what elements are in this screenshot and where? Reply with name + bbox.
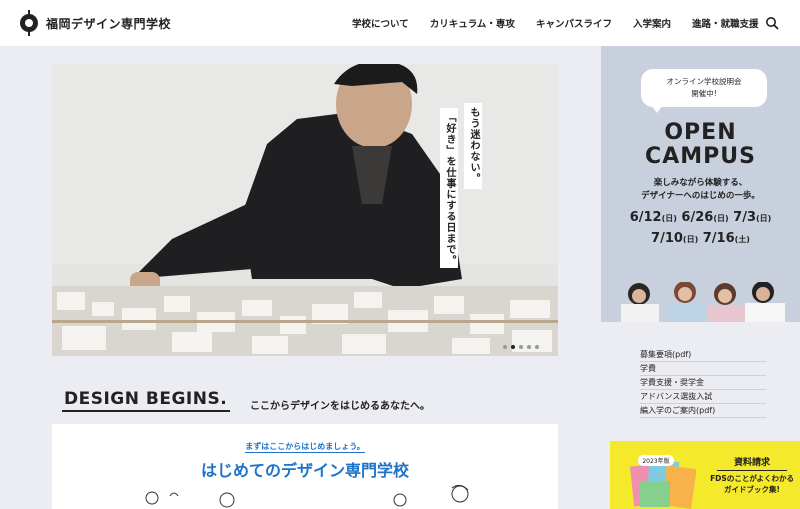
open-campus-subtitle: 楽しみながら体験する、 デザイナーへのはじめの一歩。: [641, 178, 760, 201]
date: 6/26: [681, 210, 714, 225]
link-advance-selection[interactable]: アドバンス選抜入試: [640, 390, 766, 404]
logo-text: 福岡デザイン専門学校: [46, 16, 172, 31]
admission-links: 募集要項(pdf) 学費 学費支援・奨学金 アドバンス選抜入試 編入学のご案内(…: [640, 348, 766, 418]
day: (土): [734, 235, 750, 244]
request-materials-banner[interactable]: 2023年版 資料請求 FDSのことがよくわかる ガイドブック集!: [610, 441, 800, 509]
nav-curriculum[interactable]: カリキュラム・専攻: [430, 16, 515, 30]
main-nav: 学校について カリキュラム・専攻 キャンパスライフ 入学案内 進路・就職支援: [352, 0, 779, 46]
card-title[interactable]: はじめてのデザイン専門学校: [52, 457, 558, 481]
search-icon[interactable]: [765, 16, 779, 30]
year-badge: 2023年版: [642, 457, 669, 465]
link-tuition[interactable]: 学費: [640, 362, 766, 376]
date: 6/12: [629, 210, 662, 225]
design-begins-sub: ここからデザインをはじめるあなたへ。: [250, 401, 430, 412]
link-scholarship[interactable]: 学費支援・奨学金: [640, 376, 766, 390]
guidebooks-image: 2023年版: [630, 455, 696, 509]
dates-line-2: 7/10(日) 7/16(土): [601, 229, 800, 250]
dates-line-1: 6/12(日) 6/26(日) 7/3(日): [601, 208, 800, 229]
hero-photo: [52, 64, 558, 356]
day: (日): [682, 235, 699, 244]
open-campus-dates: 6/12(日) 6/26(日) 7/3(日) 7/10(日) 7/16(土): [601, 208, 800, 250]
site-header: 福岡デザイン専門学校 学校について カリキュラム・専攻 キャンパスライフ 入学案…: [0, 0, 800, 46]
day: (日): [713, 214, 729, 223]
nav-about[interactable]: 学校について: [352, 16, 409, 30]
nav-career[interactable]: 進路・就職支援: [692, 16, 759, 30]
intro-card: まずはここからはじめましょう。 はじめてのデザイン専門学校: [52, 424, 558, 509]
open-campus-banner[interactable]: オンライン学校説明会 開催中! OPEN CAMPUS 楽しみながら体験する、 …: [601, 46, 800, 322]
link-application-guide[interactable]: 募集要項(pdf): [640, 348, 766, 362]
bubble-text: オンライン学校説明会 開催中!: [666, 77, 742, 98]
card-lead-text: まずはここからはじめましょう。: [245, 442, 365, 453]
date: 7/3: [733, 210, 756, 225]
site-logo[interactable]: 福岡デザイン専門学校: [20, 10, 172, 36]
hero-image: [52, 64, 558, 356]
slider-dots: [503, 345, 539, 349]
illustration: [145, 484, 469, 508]
online-briefing-bubble: オンライン学校説明会 開催中!: [641, 69, 767, 113]
date: 7/10: [651, 231, 683, 246]
day: (日): [756, 214, 772, 223]
slider-dot[interactable]: [535, 345, 539, 349]
design-begins-heading: DESIGN BEGINS.: [64, 389, 228, 409]
open-campus-title: OPEN CAMPUS: [645, 120, 756, 169]
slider-dot[interactable]: [503, 345, 507, 349]
request-desc: FDSのことがよくわかる ガイドブック集!: [710, 474, 794, 494]
slider-dot[interactable]: [519, 345, 523, 349]
logo-mark-icon: [20, 10, 38, 36]
students-photo: [621, 282, 785, 322]
hero-copy-1: もう迷わない。: [464, 103, 482, 189]
nav-campus-life[interactable]: キャンパスライフ: [536, 16, 612, 30]
date: 7/16: [702, 231, 735, 246]
slider-dot-active[interactable]: [511, 345, 515, 349]
slider-dot[interactable]: [527, 345, 531, 349]
card-lead: まずはここからはじめましょう。: [52, 441, 558, 453]
day: (日): [661, 214, 677, 223]
nav-admissions[interactable]: 入学案内: [633, 16, 671, 30]
hero-copy-2: 「好き」を仕事にする日まで。: [440, 108, 458, 268]
heading-underline: [62, 410, 230, 412]
request-title: 資料請求: [717, 455, 787, 471]
link-transfer-guide[interactable]: 編入学のご案内(pdf): [640, 404, 766, 418]
